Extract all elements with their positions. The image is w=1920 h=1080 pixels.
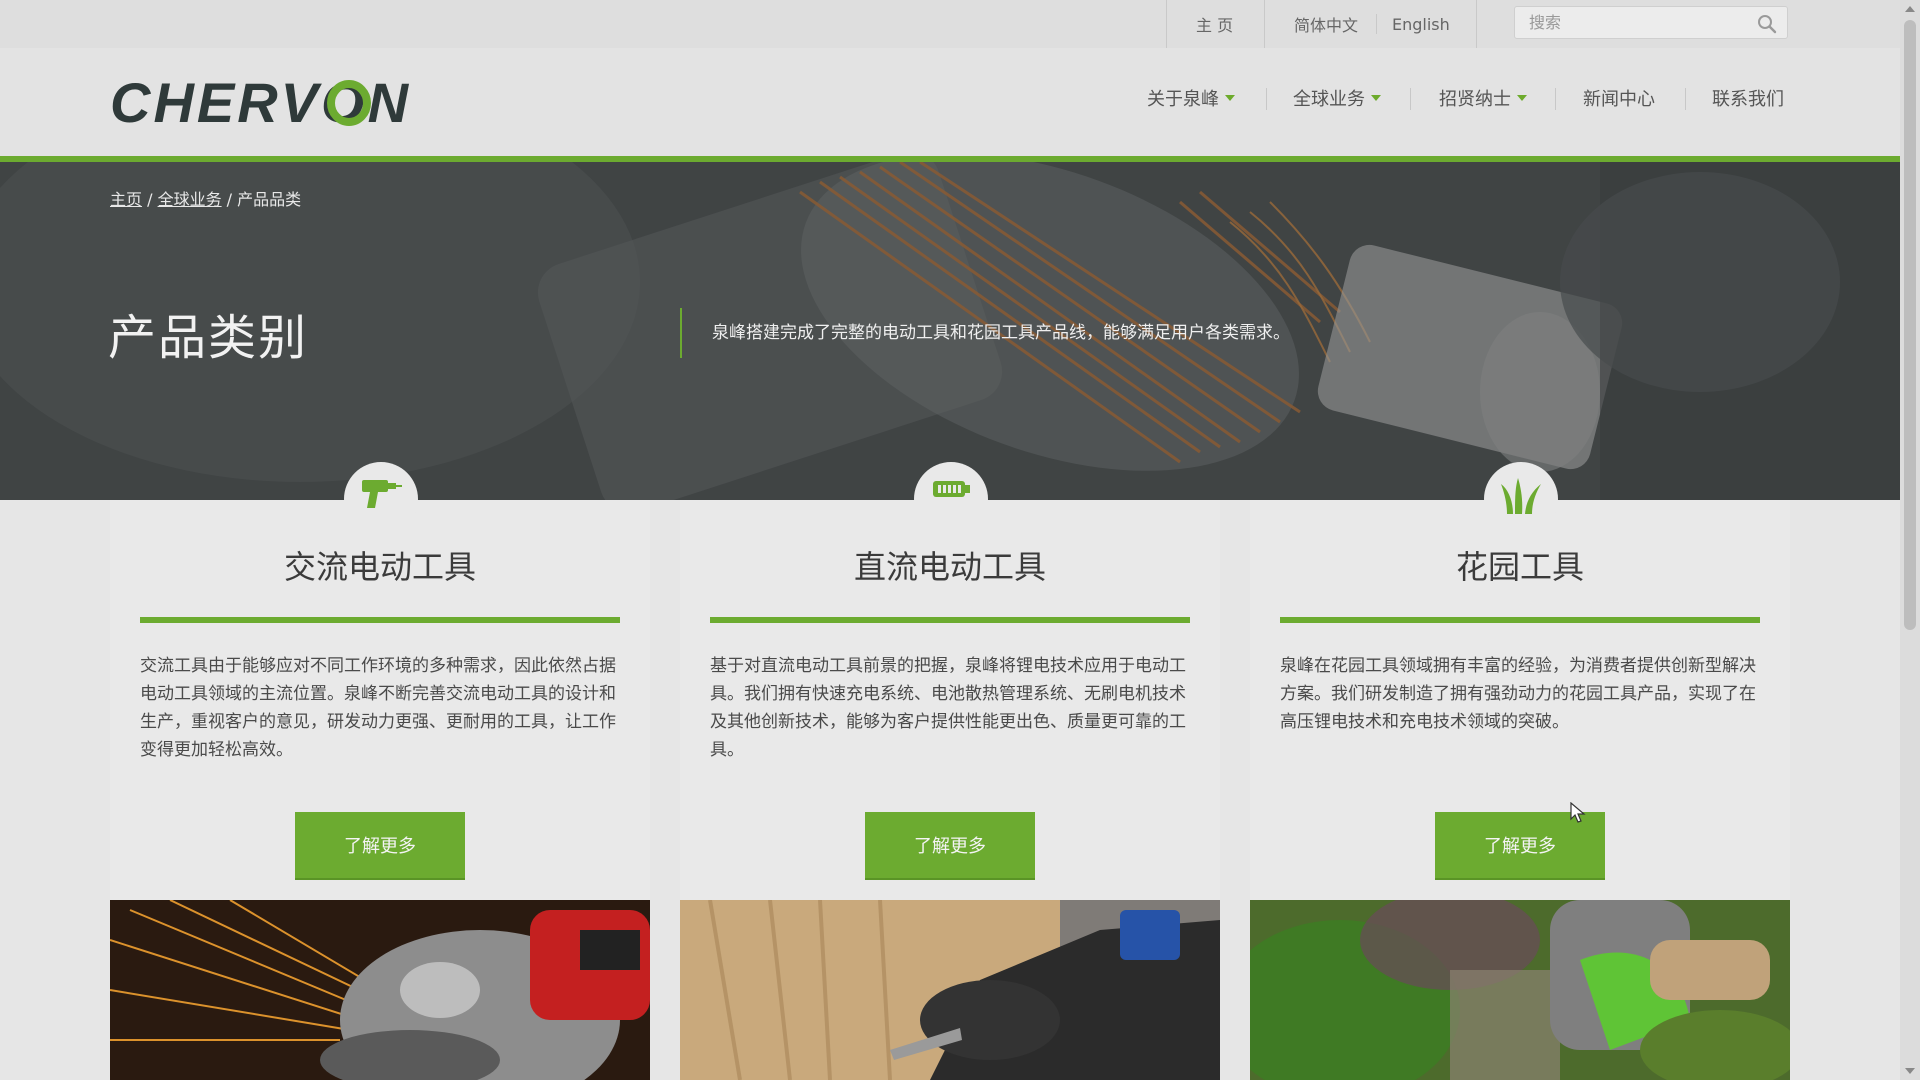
battery-icon <box>933 481 970 497</box>
nav-divider <box>1410 88 1411 110</box>
scroll-down-icon[interactable] <box>1905 1068 1915 1074</box>
nav-divider <box>1555 88 1556 110</box>
drill-icon <box>362 480 402 508</box>
chevron-down-icon <box>1371 95 1381 101</box>
scrollbar-thumb[interactable] <box>1904 20 1916 630</box>
breadcrumb-separator: / <box>221 190 238 209</box>
topbar-divider <box>1264 0 1265 48</box>
angle-grinder-photo <box>110 900 650 1080</box>
nav-business[interactable]: 全球业务 <box>1293 86 1381 110</box>
topbar-divider <box>1476 0 1477 48</box>
nav-careers-label: 招贤纳士 <box>1439 89 1511 110</box>
nav-contact[interactable]: 联系我们 <box>1712 86 1784 110</box>
breadcrumb-home[interactable]: 主页 <box>110 190 142 209</box>
nav-about-label: 关于泉峰 <box>1147 89 1219 110</box>
cordless-drill-photo <box>680 900 1220 1080</box>
learn-more-button[interactable]: 了解更多 <box>865 812 1035 878</box>
card-divider <box>140 617 620 623</box>
card-divider <box>710 617 1190 623</box>
hedge-trimmer-photo <box>1250 900 1790 1080</box>
card-description: 基于对直流电动工具前景的把握，泉峰将锂电技术应用于电动工具。我们拥有快速充电系统… <box>710 656 1186 760</box>
card-description: 泉峰在花园工具领域拥有丰富的经验，为消费者提供创新型解决方案。我们研发制造了拥有… <box>1280 656 1756 732</box>
card-icon-badge <box>344 462 418 536</box>
breadcrumb-business[interactable]: 全球业务 <box>158 190 222 209</box>
card-icon-badge <box>914 462 988 536</box>
scroll-up-icon[interactable] <box>1905 6 1915 12</box>
breadcrumb: 主页 / 全球业务 / 产品品类 <box>110 186 301 210</box>
lang-en-link[interactable]: English <box>1392 0 1450 48</box>
hero-divider <box>680 308 682 358</box>
nav-careers[interactable]: 招贤纳士 <box>1439 86 1527 110</box>
card-icon-badge <box>1484 462 1558 536</box>
card-divider <box>1280 617 1760 623</box>
page-scrollbar[interactable] <box>1900 0 1920 1080</box>
top-utility-bar: 主 页 简体中文 English <box>0 0 1900 48</box>
topbar-home-link[interactable]: 主 页 <box>1196 0 1233 48</box>
page-title: 产品类别 <box>108 310 309 366</box>
hero-banner: 主页 / 全球业务 / 产品品类 产品类别 泉峰搭建完成了完整的电动工具和花园工… <box>0 162 1900 500</box>
site-header: CHERVON 关于泉峰 全球业务 招贤纳士 新闻中心 联系我们 <box>0 48 1900 158</box>
nav-about[interactable]: 关于泉峰 <box>1147 86 1235 110</box>
product-card-dc-tools: 直流电动工具 基于对直流电动工具前景的把握，泉峰将锂电技术应用于电动工具。我们拥… <box>680 462 1220 1080</box>
nav-contact-label: 联系我们 <box>1712 89 1784 110</box>
nav-business-label: 全球业务 <box>1293 89 1365 110</box>
product-card-ac-tools: 交流电动工具 交流工具由于能够应对不同工作环境的多种需求，因此依然占据电动工具领… <box>110 462 650 1080</box>
learn-more-button[interactable]: 了解更多 <box>295 812 465 878</box>
nav-divider <box>1266 88 1267 110</box>
search-icon[interactable] <box>1757 14 1777 34</box>
chevron-down-icon <box>1517 95 1527 101</box>
mouse-cursor-icon <box>1570 802 1586 823</box>
chevron-down-icon <box>1225 95 1235 101</box>
card-title: 直流电动工具 <box>853 548 1046 586</box>
lang-zh-link[interactable]: 简体中文 <box>1294 0 1358 48</box>
lang-divider <box>1376 14 1377 34</box>
nav-divider <box>1685 88 1686 110</box>
card-title: 交流电动工具 <box>283 548 476 586</box>
breadcrumb-current: 产品品类 <box>237 190 302 209</box>
topbar-divider <box>1166 0 1167 48</box>
search-input[interactable] <box>1515 7 1745 38</box>
nav-news-label: 新闻中心 <box>1583 89 1655 110</box>
hero-description: 泉峰搭建完成了完整的电动工具和花园工具产品线，能够满足用户各类需求。 <box>712 323 1290 343</box>
search-box <box>1514 6 1788 39</box>
card-description: 交流工具由于能够应对不同工作环境的多种需求，因此依然占据电动工具领域的主流位置。… <box>140 656 616 760</box>
breadcrumb-separator: / <box>142 190 158 209</box>
card-title: 花园工具 <box>1455 548 1584 586</box>
chervon-logo[interactable]: CHERVON <box>110 76 430 130</box>
nav-news[interactable]: 新闻中心 <box>1583 86 1655 110</box>
product-card-garden-tools: 花园工具 泉峰在花园工具领域拥有丰富的经验，为消费者提供创新型解决方案。我们研发… <box>1250 462 1790 1080</box>
grass-icon <box>1501 478 1541 514</box>
